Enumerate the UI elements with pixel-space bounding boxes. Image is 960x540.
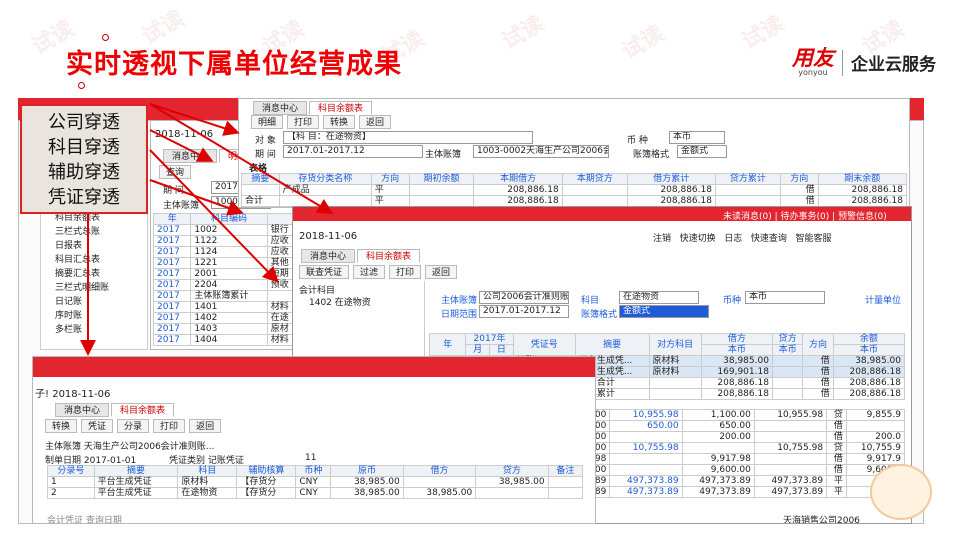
mascot-icon — [870, 464, 932, 520]
annotation-arrows — [80, 103, 334, 356]
